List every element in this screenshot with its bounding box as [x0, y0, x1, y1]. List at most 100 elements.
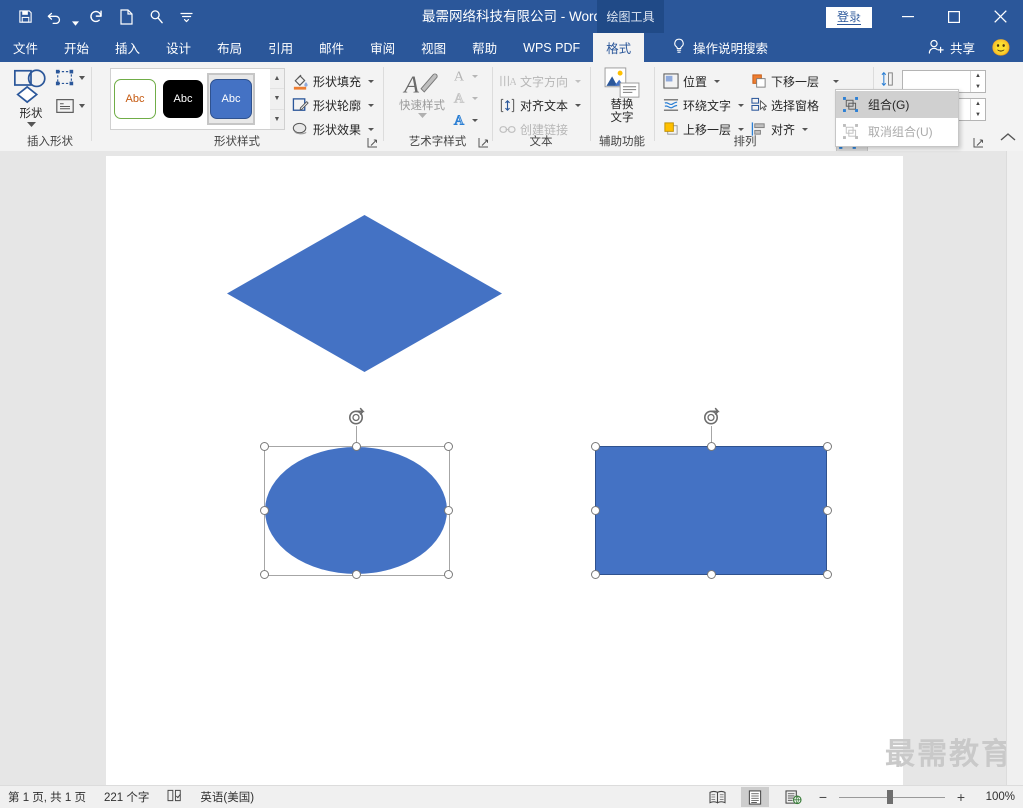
spinner-up-icon[interactable]: ▲: [971, 99, 985, 110]
new-doc-icon[interactable]: [111, 4, 141, 30]
chevron-down-icon[interactable]: [472, 74, 478, 78]
shapes-button[interactable]: 形状: [8, 66, 54, 132]
resize-handle[interactable]: [260, 570, 269, 579]
tell-me-search[interactable]: 操作说明搜索: [672, 33, 768, 62]
language-indicator[interactable]: 英语(美国): [200, 789, 254, 805]
resize-handle[interactable]: [444, 570, 453, 579]
text-outline-button[interactable]: A: [452, 89, 478, 107]
redo-icon[interactable]: [81, 4, 111, 30]
tab-design[interactable]: 设计: [153, 33, 204, 62]
rotation-handle-icon[interactable]: [347, 407, 367, 427]
gallery-scroll[interactable]: ▲ ▼ ▼: [270, 68, 285, 130]
chevron-down-icon[interactable]: [738, 103, 745, 107]
undo-icon[interactable]: [40, 4, 70, 30]
chevron-down-icon[interactable]: [802, 127, 809, 131]
search-icon[interactable]: [141, 4, 171, 30]
resize-handle[interactable]: [591, 570, 600, 579]
tab-home[interactable]: 开始: [51, 33, 102, 62]
chevron-down-icon[interactable]: [575, 103, 582, 107]
wordart-quick-styles-button[interactable]: A 快速样式: [392, 68, 452, 118]
tab-references[interactable]: 引用: [255, 33, 306, 62]
size-dialog-launcher[interactable]: [973, 137, 984, 148]
tab-review[interactable]: 审阅: [357, 33, 408, 62]
send-backward-button[interactable]: 下移一层: [751, 70, 840, 92]
text-direction-button[interactable]: A 文字方向: [499, 70, 582, 92]
web-layout-view-button[interactable]: [779, 787, 807, 807]
selection-pane-button[interactable]: 选择窗格: [751, 94, 819, 116]
share-button[interactable]: 共享: [928, 33, 975, 62]
spinner-down-icon[interactable]: ▼: [971, 82, 985, 93]
resize-handle[interactable]: [591, 506, 600, 515]
resize-handle[interactable]: [352, 570, 361, 579]
save-icon[interactable]: [10, 4, 40, 30]
tab-file[interactable]: 文件: [0, 33, 51, 62]
resize-handle[interactable]: [352, 442, 361, 451]
shape-width-spinner[interactable]: ▲ ▼: [970, 99, 985, 120]
chevron-down-icon[interactable]: [79, 76, 85, 80]
resize-handle[interactable]: [591, 442, 600, 451]
resize-handle[interactable]: [707, 442, 716, 451]
zoom-slider-thumb[interactable]: [887, 790, 893, 804]
customize-qat-icon[interactable]: [171, 4, 201, 30]
tab-mailings[interactable]: 邮件: [306, 33, 357, 62]
shape-styles-gallery[interactable]: Abc Abc Abc: [110, 68, 272, 130]
document-area[interactable]: 最需教育: [0, 151, 1023, 785]
zoom-level-label[interactable]: 100%: [977, 791, 1015, 803]
chevron-down-icon[interactable]: [368, 127, 375, 131]
zoom-out-button[interactable]: −: [817, 789, 829, 805]
gallery-scroll-down-icon[interactable]: ▼: [270, 89, 284, 110]
shape-style-item[interactable]: Abc: [159, 76, 207, 122]
maximize-icon[interactable]: [931, 0, 977, 33]
shape-style-item-selected[interactable]: Abc: [207, 73, 255, 125]
minimize-icon[interactable]: [885, 0, 931, 33]
text-effects-button[interactable]: A: [452, 111, 478, 129]
resize-handle[interactable]: [260, 506, 269, 515]
tab-help[interactable]: 帮助: [459, 33, 510, 62]
gallery-scroll-up-icon[interactable]: ▲: [270, 69, 284, 90]
edit-shape-button[interactable]: [54, 68, 85, 88]
text-fill-button[interactable]: A: [452, 67, 478, 85]
chevron-down-icon[interactable]: [472, 96, 478, 100]
chevron-down-icon[interactable]: [368, 79, 375, 83]
spinner-down-icon[interactable]: ▼: [971, 110, 985, 121]
chevron-down-icon[interactable]: [833, 79, 840, 83]
resize-handle[interactable]: [444, 506, 453, 515]
zoom-in-button[interactable]: +: [955, 789, 967, 805]
read-mode-view-button[interactable]: [703, 787, 731, 807]
align-text-button[interactable]: 对齐文本: [499, 94, 582, 116]
resize-handle[interactable]: [823, 570, 832, 579]
feedback-smiley-icon[interactable]: 🙂: [991, 33, 1011, 62]
chevron-down-icon[interactable]: [368, 103, 375, 107]
tab-insert[interactable]: 插入: [102, 33, 153, 62]
tab-wps-pdf[interactable]: WPS PDF: [510, 33, 593, 62]
spinner-up-icon[interactable]: ▲: [971, 71, 985, 82]
chevron-down-icon[interactable]: [738, 127, 745, 131]
word-count[interactable]: 221 个字: [104, 789, 149, 805]
gallery-more-icon[interactable]: ▼: [270, 110, 284, 129]
resize-handle[interactable]: [444, 442, 453, 451]
shape-height-spinner[interactable]: ▲ ▼: [970, 71, 985, 92]
position-button[interactable]: 位置: [663, 70, 721, 92]
print-layout-view-button[interactable]: [741, 787, 769, 807]
zoom-slider[interactable]: [839, 790, 945, 804]
shape-style-item[interactable]: Abc: [111, 76, 159, 122]
chevron-down-icon[interactable]: [575, 79, 582, 83]
shape-styles-dialog-launcher[interactable]: [367, 137, 378, 148]
chevron-down-icon[interactable]: [472, 118, 478, 122]
resize-handle[interactable]: [260, 442, 269, 451]
chevron-down-icon[interactable]: [714, 79, 721, 83]
resize-handle[interactable]: [707, 570, 716, 579]
collapse-ribbon-button[interactable]: [999, 131, 1017, 147]
tab-layout[interactable]: 布局: [204, 33, 255, 62]
proofing-errors-icon[interactable]: [167, 789, 182, 805]
wrap-text-button[interactable]: 环绕文字: [663, 94, 745, 116]
resize-handle[interactable]: [823, 506, 832, 515]
tab-view[interactable]: 视图: [408, 33, 459, 62]
rectangle-shape[interactable]: [595, 446, 827, 575]
shape-fill-button[interactable]: 形状填充: [292, 70, 375, 92]
page-info[interactable]: 第 1 页, 共 1 页: [8, 789, 86, 805]
wordart-dialog-launcher[interactable]: [478, 137, 489, 148]
menu-item-group[interactable]: 组合(G): [836, 91, 958, 118]
menu-item-ungroup[interactable]: 取消组合(U): [836, 118, 958, 145]
resize-handle[interactable]: [823, 442, 832, 451]
